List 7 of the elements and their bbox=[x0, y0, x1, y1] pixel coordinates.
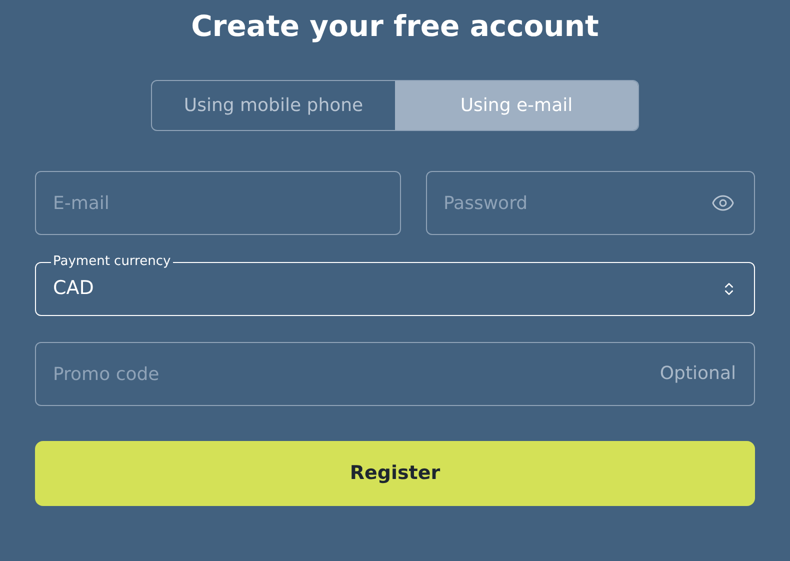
tab[interactable]: Using mobile phone bbox=[152, 81, 395, 130]
optional-hint: Optional bbox=[660, 362, 736, 386]
register-button[interactable]: Register bbox=[35, 441, 755, 506]
password-field[interactable]: Password bbox=[426, 171, 755, 235]
page-title: Create your free account bbox=[191, 8, 599, 45]
email-field[interactable]: E-mail bbox=[35, 171, 400, 235]
currency-select[interactable]: Payment currency CAD bbox=[35, 254, 755, 316]
